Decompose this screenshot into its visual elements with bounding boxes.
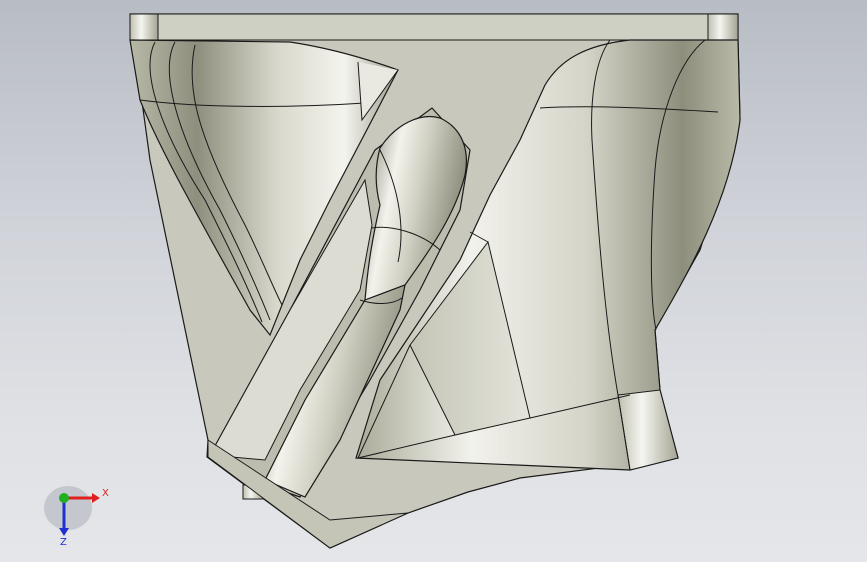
left-rim-post <box>129 13 159 41</box>
right-rim-post <box>707 13 739 41</box>
y-axis-dot-icon <box>59 493 69 503</box>
x-axis-arrow-icon <box>92 493 100 503</box>
cad-viewport[interactable]: X Z <box>0 0 867 562</box>
x-axis-label: X <box>102 488 109 499</box>
top-rim <box>129 13 739 41</box>
z-axis-arrow-icon <box>59 528 69 536</box>
triad-shadow <box>44 486 92 530</box>
orientation-triad[interactable]: X Z <box>40 478 120 548</box>
z-axis-label: Z <box>60 537 67 548</box>
cad-model-render[interactable] <box>0 0 867 562</box>
